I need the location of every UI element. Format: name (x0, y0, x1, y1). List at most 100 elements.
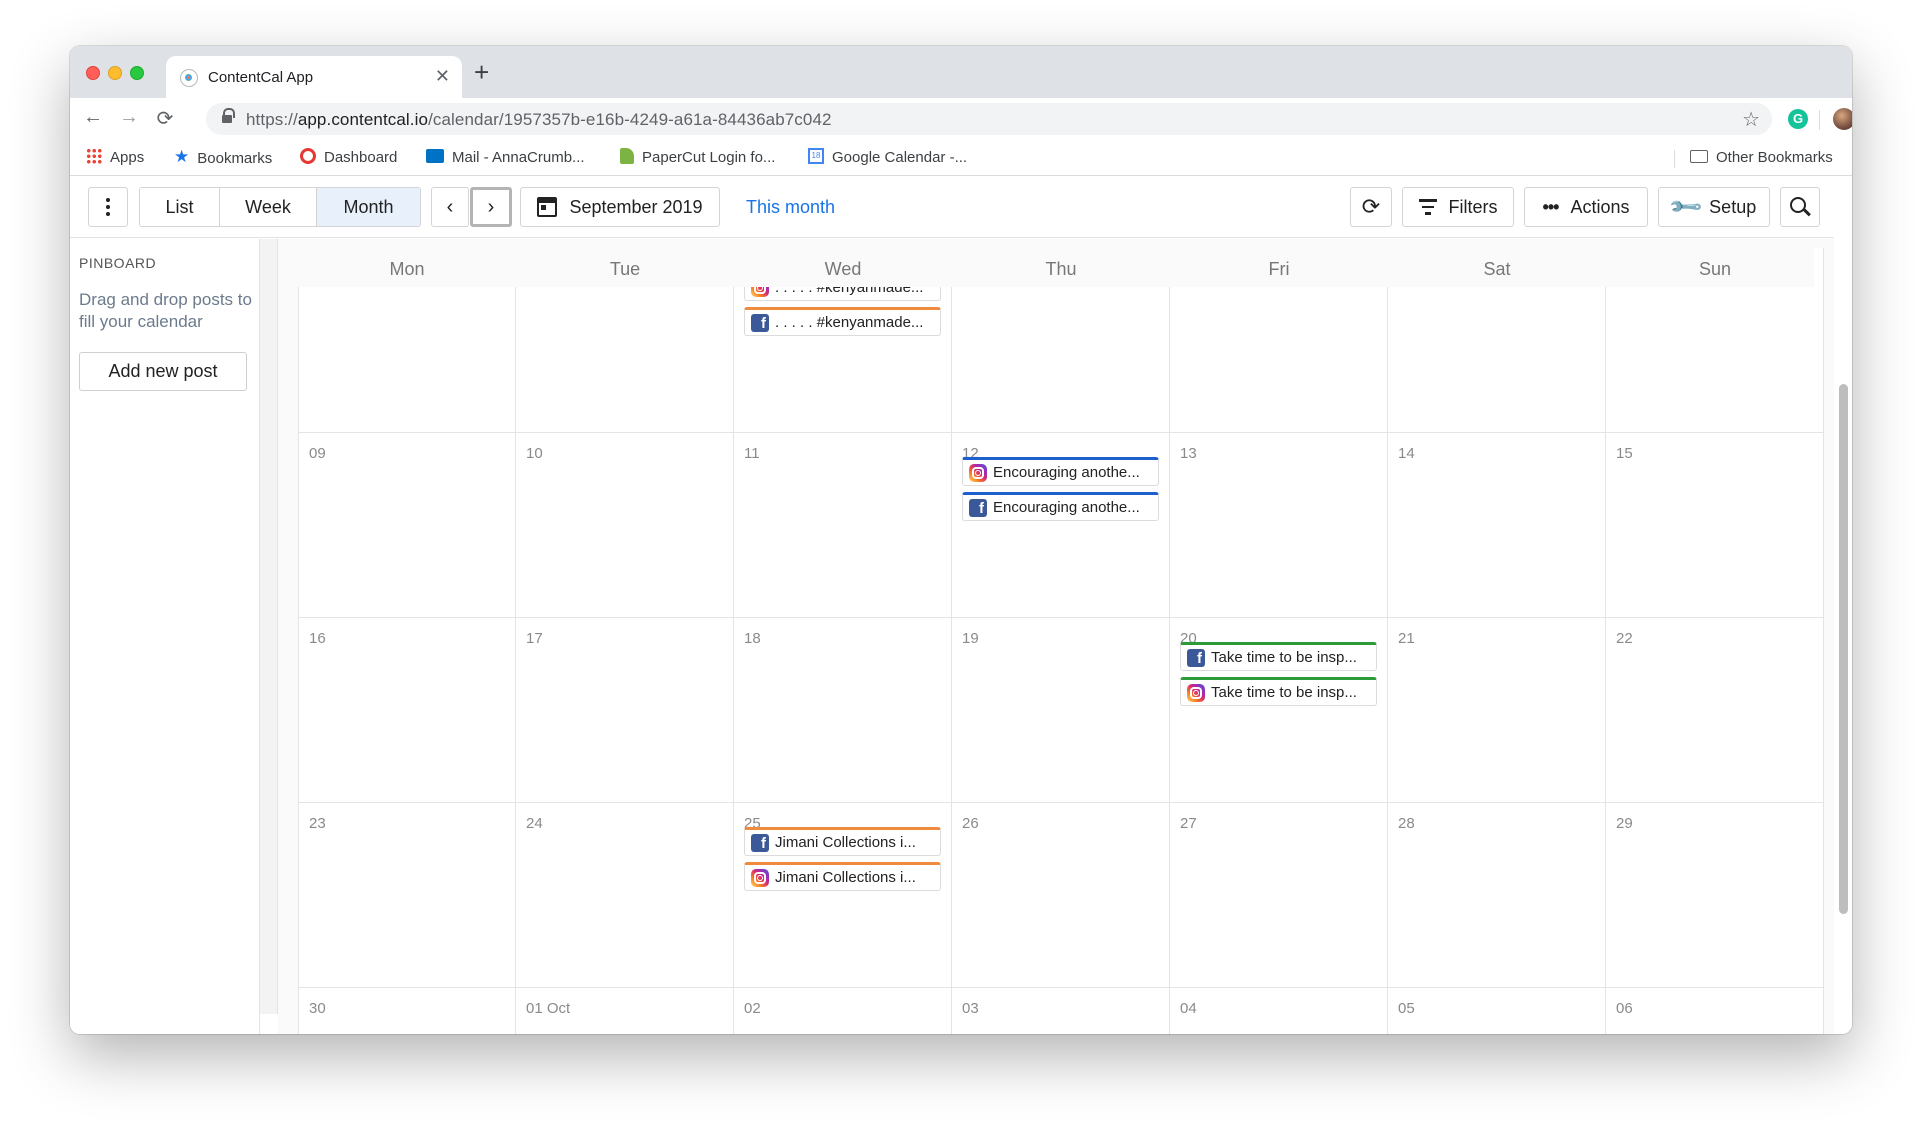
view-month-button[interactable]: Month (317, 188, 420, 226)
browser-toolbar: ← → ⟳ https://app.contentcal.io/calendar… (70, 98, 1852, 140)
browser-tab[interactable]: ContentCal App ✕ (166, 56, 462, 98)
add-new-post-button[interactable]: Add new post (79, 352, 247, 391)
filters-button[interactable]: Filters (1402, 187, 1514, 227)
minimize-window-icon[interactable] (108, 66, 122, 80)
forward-arrow-icon[interactable]: → (116, 106, 142, 129)
refresh-button[interactable]: ⟳ (1350, 187, 1392, 227)
actions-button[interactable]: ••• Actions (1524, 187, 1648, 227)
calendar-day-cell[interactable]: 19 (952, 618, 1170, 803)
more-dots-icon: ••• (1542, 196, 1560, 217)
weekday-label: Wed (824, 259, 862, 279)
pinboard-scroll-strip (260, 239, 278, 1014)
profile-avatar[interactable] (1833, 108, 1852, 130)
bookmark-bookmarks[interactable]: ★ Bookmarks (174, 147, 273, 169)
day-number: 24 (526, 815, 543, 832)
search-button[interactable] (1780, 187, 1820, 227)
facebook-icon: f (751, 833, 769, 852)
scheduled-post-instagram[interactable]: Encouraging anothe... (962, 457, 1159, 486)
calendar-week-row: 30 01 Oct 02 03 04 05 06 (298, 988, 1824, 1034)
instagram-icon (969, 463, 987, 482)
bookmark-mail[interactable]: Mail - AnnaCrumb... (426, 149, 585, 166)
calendar-day-cell[interactable]: 03 (952, 988, 1170, 1034)
calendar-day-cell[interactable]: 11 (734, 433, 952, 618)
scheduled-post-facebook[interactable]: f . . . . . #kenyanmade... (744, 307, 941, 336)
calendar-day-cell[interactable]: 17 (516, 618, 734, 803)
calendar-day-cell[interactable]: 30 (298, 988, 516, 1034)
calendar-day-cell[interactable]: 02 (734, 988, 952, 1034)
calendar-day-cell[interactable]: 12 Encouraging anothe... f Encouraging anot… (952, 433, 1170, 618)
scheduled-post-facebook[interactable]: f Take time to be insp... (1180, 642, 1377, 671)
day-number: 21 (1398, 630, 1415, 647)
previous-month-button[interactable]: ‹ (431, 187, 469, 227)
scheduled-post-facebook[interactable]: f Jimani Collections i... (744, 827, 941, 856)
outlook-icon (426, 149, 444, 164)
calendar-day-cell[interactable]: 18 (734, 618, 952, 803)
view-list-button[interactable]: List (140, 188, 220, 226)
calendar-day-cell[interactable]: 25 f Jimani Collections i... Jimani Collect… (734, 803, 952, 988)
post-title: Encouraging anothe... (993, 464, 1140, 481)
menu-button[interactable] (88, 187, 128, 227)
calendar-day-cell[interactable]: 21 (1388, 618, 1606, 803)
calendar-toolbar: List Week Month ‹ › September 2019 This … (70, 177, 1834, 238)
day-number: 11 (744, 445, 760, 462)
calendar-day-cell[interactable]: 15 (1606, 433, 1824, 618)
bookmark-google-calendar[interactable]: 18 Google Calendar -... (808, 148, 968, 166)
calendar-day-cell[interactable]: 28 (1388, 803, 1606, 988)
bookmark-dashboard[interactable]: Dashboard (300, 148, 397, 166)
calendar-scrollbar[interactable] (1834, 239, 1852, 1034)
reload-icon[interactable]: ⟳ (152, 106, 178, 131)
address-bar[interactable]: https://app.contentcal.io/calendar/19573… (206, 103, 1772, 135)
calendar-day-cell[interactable]: 16 (298, 618, 516, 803)
calendar-day-cell[interactable]: 01 Oct (516, 988, 734, 1034)
bookmark-label: Other Bookmarks (1716, 149, 1833, 166)
calendar-icon (537, 197, 558, 217)
calendar-day-cell[interactable]: 05 (1388, 988, 1606, 1034)
bookmark-label: Bookmarks (197, 149, 273, 167)
this-month-link[interactable]: This month (746, 197, 835, 218)
calendar-day-cell[interactable]: 04 (1170, 988, 1388, 1034)
day-number: 16 (309, 630, 326, 647)
bookmark-apps[interactable]: Apps (86, 148, 144, 166)
grammarly-extension-icon[interactable]: G (1788, 109, 1808, 129)
setup-button[interactable]: 🔧 Setup (1658, 187, 1770, 227)
bookmark-papercut[interactable]: PaperCut Login fo... (620, 148, 775, 166)
calendar-day-cell[interactable]: 22 (1606, 618, 1824, 803)
close-window-icon[interactable] (86, 66, 100, 80)
next-month-button[interactable]: › (470, 187, 512, 227)
calendar-day-cell[interactable]: 10 (516, 433, 734, 618)
calendar-day-cell[interactable]: 27 (1170, 803, 1388, 988)
calendar-day-cell[interactable]: 23 (298, 803, 516, 988)
calendar-day-cell[interactable]: 13 (1170, 433, 1388, 618)
calendar-week-row: 23 24 25 f Jimani Collections i... Jimani Col… (298, 803, 1824, 988)
maximize-window-icon[interactable] (130, 66, 144, 80)
calendar-day-cell[interactable]: 24 (516, 803, 734, 988)
bookmark-other[interactable]: Other Bookmarks (1690, 149, 1833, 166)
calendar-day-cell[interactable]: 20 f Take time to be insp... Take time to b… (1170, 618, 1388, 803)
calendar-day-cell[interactable]: 09 (298, 433, 516, 618)
day-number: 05 (1398, 1000, 1415, 1017)
date-picker-button[interactable]: September 2019 (520, 187, 720, 227)
scrollbar-thumb[interactable] (1839, 384, 1848, 914)
calendar-day-cell[interactable]: 14 (1388, 433, 1606, 618)
tab-close-icon[interactable]: ✕ (435, 66, 450, 87)
view-week-button[interactable]: Week (220, 188, 317, 226)
calendar-day-cell[interactable]: 29 (1606, 803, 1824, 988)
scheduled-post-instagram[interactable]: Take time to be insp... (1180, 677, 1377, 706)
day-number: 22 (1616, 630, 1633, 647)
bookmark-star-icon[interactable]: ☆ (1742, 107, 1760, 132)
setup-label: Setup (1709, 196, 1757, 217)
post-title: Take time to be insp... (1211, 649, 1357, 666)
calendar-day-cell[interactable]: 26 (952, 803, 1170, 988)
new-tab-button[interactable]: + (474, 58, 489, 86)
bookmark-label: Mail - AnnaCrumb... (452, 149, 585, 166)
day-number: 26 (962, 815, 979, 832)
scheduled-post-facebook[interactable]: f Encouraging anothe... (962, 492, 1159, 521)
day-number: 01 Oct (526, 1000, 571, 1017)
calendar-day-cell[interactable]: 06 (1606, 988, 1824, 1034)
day-number: 23 (309, 815, 326, 832)
day-number: 13 (1180, 445, 1197, 462)
papercut-icon (620, 148, 634, 165)
bookmark-label: Google Calendar -... (832, 149, 968, 166)
scheduled-post-instagram[interactable]: Jimani Collections i... (744, 862, 941, 891)
back-arrow-icon[interactable]: ← (80, 106, 106, 129)
